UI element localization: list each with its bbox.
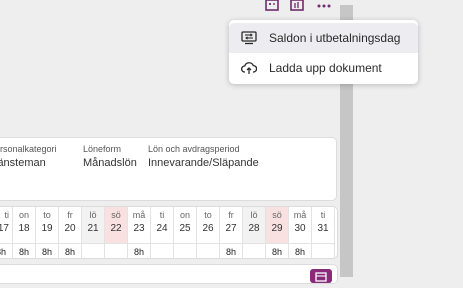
- day-of-week: må: [132, 210, 146, 220]
- day-of-month: 20: [64, 223, 76, 234]
- calendar-day[interactable]: fr 20 8h: [59, 207, 82, 258]
- calendar-day[interactable]: lö 28: [243, 207, 266, 258]
- day-of-month: 28: [248, 223, 260, 234]
- day-of-week: to: [204, 210, 212, 220]
- actions-menu: Saldon i utbetalningsdag Ladda upp dokum…: [229, 20, 418, 84]
- personnel-category-label: ersonalkategori: [0, 144, 57, 154]
- day-of-month: 24: [156, 223, 168, 234]
- day-of-week: lö: [89, 210, 97, 220]
- menu-item-balances-payday[interactable]: Saldon i utbetalningsdag: [229, 23, 418, 53]
- scheduled-hours: [174, 243, 196, 258]
- calendar-day[interactable]: må 23 8h: [128, 207, 151, 258]
- day-of-week: lö: [250, 210, 258, 220]
- day-of-month: 21: [87, 223, 99, 234]
- day-of-week: ti: [159, 210, 165, 220]
- report-icon[interactable]: [290, 0, 304, 12]
- day-of-month: 29: [271, 223, 283, 234]
- calendar-day[interactable]: fr 27 8h: [220, 207, 243, 258]
- day-of-month: 31: [317, 223, 329, 234]
- calculator-icon[interactable]: [265, 0, 279, 12]
- scheduled-hours: 8h: [0, 243, 12, 258]
- scheduled-hours: [82, 243, 104, 258]
- day-of-month: 18: [18, 223, 30, 234]
- day-of-week: fr: [228, 210, 234, 220]
- pay-period-value: Innevarande/Släpande: [148, 157, 259, 169]
- day-of-month: 19: [41, 223, 53, 234]
- calendar-day[interactable]: ti 24: [151, 207, 174, 258]
- day-of-week: fr: [67, 210, 73, 220]
- calendar-day[interactable]: sö 22: [105, 207, 128, 258]
- personnel-category-value: jänsteman: [0, 157, 46, 169]
- calendar-day[interactable]: to 19 8h: [36, 207, 59, 258]
- day-of-week: ti: [320, 210, 326, 220]
- calendar-button[interactable]: [310, 269, 332, 283]
- calendar-day[interactable]: ti 17 8h: [0, 207, 13, 258]
- scheduled-hours: [312, 243, 334, 258]
- menu-item-label: Saldon i utbetalningsdag: [269, 31, 401, 45]
- menu-item-label: Ladda upp dokument: [269, 61, 382, 75]
- scheduled-hours: 8h: [59, 243, 81, 258]
- calendar-day[interactable]: to 26: [197, 207, 220, 258]
- scheduled-hours: [243, 243, 265, 258]
- employee-info-card: ersonalkategori jänsteman Löneform Månad…: [0, 137, 337, 201]
- scheduled-hours: [197, 243, 219, 258]
- day-of-week: on: [179, 210, 190, 220]
- scheduled-hours: 8h: [13, 243, 35, 258]
- scheduled-hours: 8h: [266, 243, 288, 258]
- day-of-month: 25: [179, 223, 191, 234]
- day-of-month: 30: [294, 223, 306, 234]
- day-of-month: 26: [202, 223, 214, 234]
- day-of-month: 22: [110, 223, 122, 234]
- calendar-day[interactable]: ti 31: [312, 207, 335, 258]
- calendar-day[interactable]: lö 21: [82, 207, 105, 258]
- calendar-day[interactable]: sö 29 8h: [266, 207, 289, 258]
- calendar-strip: ti178hon188hto198hfr208hlö21sö22må238hti…: [0, 206, 338, 259]
- pay-period-label: Lön och avdragsperiod: [148, 144, 240, 154]
- scheduled-hours: 8h: [289, 243, 311, 258]
- cloud-upload-icon: [241, 61, 258, 75]
- menu-item-upload-document[interactable]: Ladda upp dokument: [229, 53, 418, 83]
- day-of-month: 23: [133, 223, 145, 234]
- calendar-day[interactable]: on 25: [174, 207, 197, 258]
- day-of-week: sö: [272, 210, 282, 220]
- day-of-week: on: [18, 210, 29, 220]
- scheduled-hours: [151, 243, 173, 258]
- day-of-week: to: [43, 210, 51, 220]
- calendar-day[interactable]: må 30 8h: [289, 207, 312, 258]
- more-icon[interactable]: [317, 0, 331, 12]
- scheduled-hours: 8h: [128, 243, 150, 258]
- day-of-month: 27: [225, 223, 237, 234]
- salary-form-value: Månadslön: [83, 157, 137, 169]
- bottom-card: [0, 264, 338, 284]
- day-of-month: 17: [0, 223, 9, 234]
- day-of-week: ti: [4, 210, 10, 220]
- balance-transfer-icon: [241, 31, 257, 45]
- day-of-week: må: [293, 210, 307, 220]
- scheduled-hours: [105, 243, 127, 258]
- salary-form-label: Löneform: [83, 144, 122, 154]
- scheduled-hours: 8h: [36, 243, 58, 258]
- calendar-day[interactable]: on 18 8h: [13, 207, 36, 258]
- day-of-week: sö: [111, 210, 121, 220]
- scheduled-hours: 8h: [220, 243, 242, 258]
